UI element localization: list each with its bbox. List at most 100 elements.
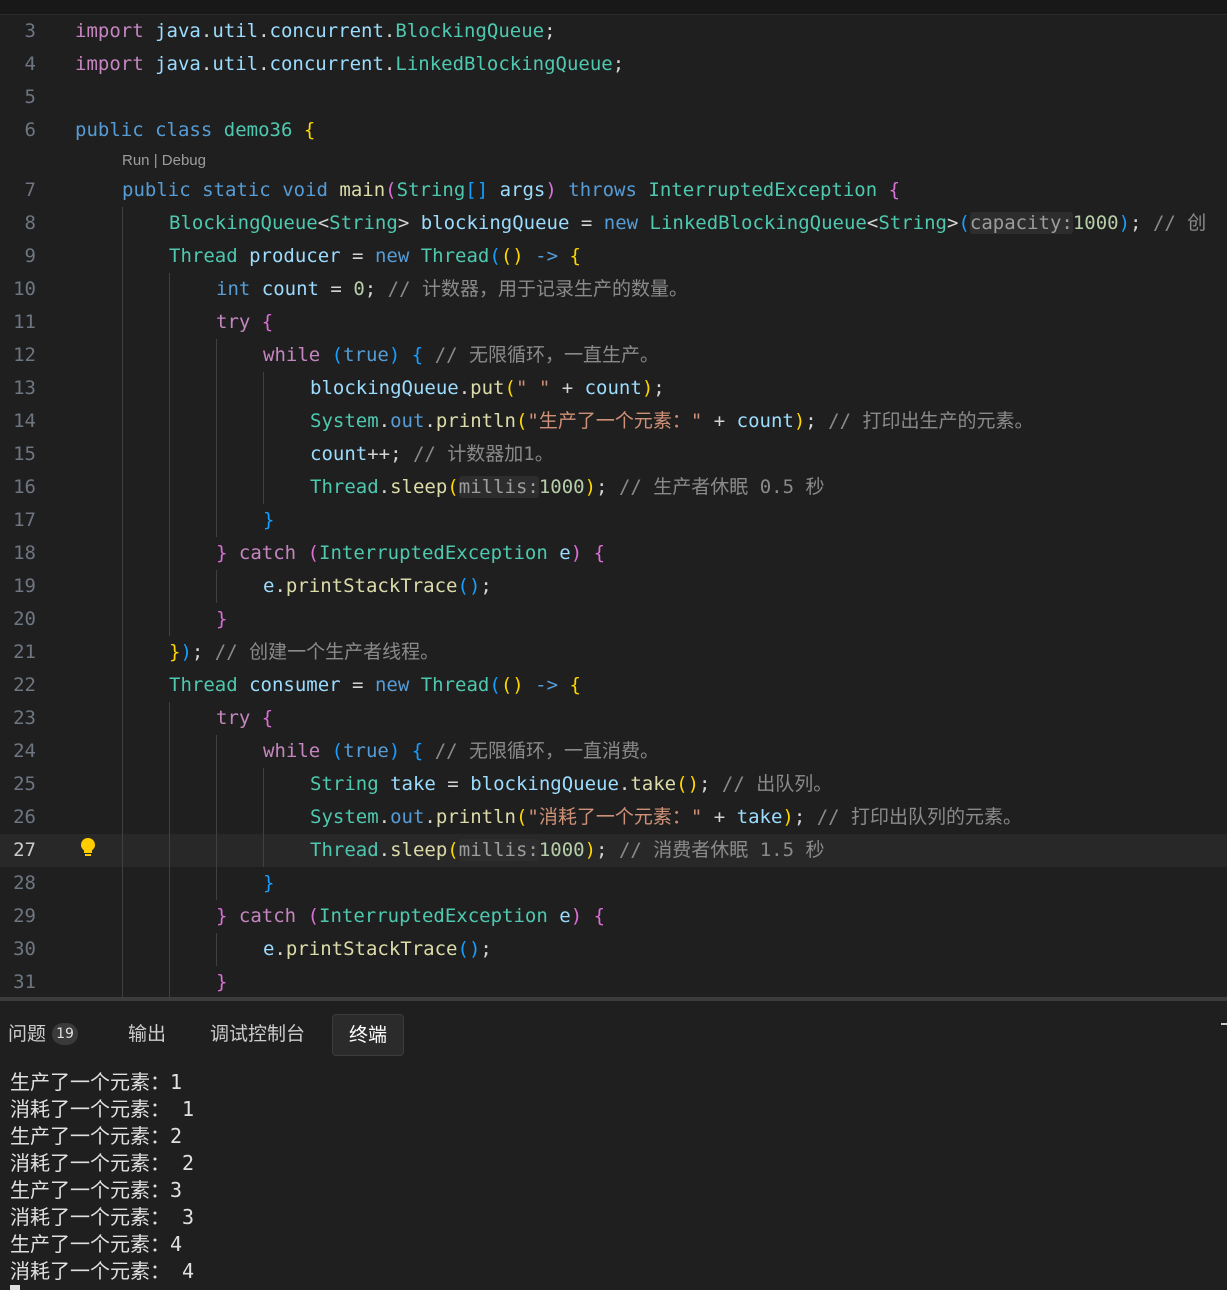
code-line[interactable]: 28} [0,867,1227,900]
code-token: " " [515,377,551,399]
indent-guide [122,339,123,372]
code-token: . [618,773,631,795]
code-line[interactable]: 18} catch (InterruptedException e) { [0,537,1227,570]
code-editor[interactable]: 3 import java.util.concurrent.BlockingQue… [0,15,1227,997]
code-line[interactable]: 21}); // 创建一个生产者线程。 [0,636,1227,669]
code-line[interactable]: 17} [0,504,1227,537]
indent-guide [169,273,170,306]
code-line[interactable]: 24 while (true) { // 无限循环，一直消费。 [0,735,1227,768]
code-token: ( [447,839,459,861]
code-token: ( [489,674,501,696]
code-line[interactable]: 27 Thread.sleep(millis:1000); // 消费者休眠 1.… [0,834,1227,867]
code-token: { [593,905,606,927]
code-token: count [584,377,642,399]
code-line[interactable]: 11 try { [0,306,1227,339]
problems-count-badge: 19 [52,1023,79,1045]
code-line[interactable]: 8 BlockingQueue<String> blockingQueue = n… [0,207,1227,240]
code-token: . [383,20,396,42]
code-line[interactable]: 5 [0,81,1227,114]
tab-output[interactable]: 输出 [112,1014,182,1054]
tab-terminal[interactable]: 终端 [332,1014,405,1056]
code-line[interactable]: 6 public class demo36 { [0,114,1227,147]
code-token: ) [570,905,583,927]
tab-debug-console[interactable]: 调试控制台 [194,1014,321,1054]
code-token: e [559,542,571,564]
code-token: ( [515,806,528,828]
code-token: () [500,674,524,696]
code-line[interactable]: 16 Thread.sleep(millis:1000); // 生产者休眠 0.… [0,471,1227,504]
code-line[interactable]: 7 public static void main(String[] args) … [0,174,1227,207]
code-token: // 消费者休眠 1.5 秒 [618,839,825,861]
code-line[interactable]: 3 import java.util.concurrent.BlockingQue… [0,15,1227,48]
code-token: ( [489,245,501,267]
code-token: while [263,344,321,366]
code-token: { [411,740,424,762]
code-token: e [263,575,275,597]
code-token: // 创建一个生产者线程。 [214,641,440,663]
indent-guide [263,768,264,801]
code-text: e.printStackTrace(); [263,570,492,603]
plus-icon[interactable] [1221,1023,1227,1025]
code-token: // 打印出队列的元素。 [816,806,1023,828]
indent-guide [122,537,123,570]
code-line[interactable]: 13 blockingQueue.put(" " + count); [0,372,1227,405]
code-text: while (true) { // 无限循环，一直生产。 [263,339,659,372]
indent-guide [122,273,123,306]
code-line[interactable]: 19 e.printStackTrace(); [0,570,1227,603]
line-number: 29 [13,905,36,927]
code-line[interactable]: 22 Thread consumer = new Thread(() -> { [0,669,1227,702]
code-token: () [457,575,481,597]
indent-guide [263,438,264,471]
code-token: . [378,806,391,828]
code-line[interactable]: 9 Thread producer = new Thread(() -> { [0,240,1227,273]
code-line[interactable]: 20} [0,603,1227,636]
indent-guide [122,768,123,801]
code-token: concurrent [269,53,384,75]
code-token: = [340,674,375,696]
code-token: ) [545,179,557,201]
code-line[interactable]: 29} catch (InterruptedException e) { [0,900,1227,933]
code-line[interactable]: 4 import java.util.concurrent.LinkedBlock… [0,48,1227,81]
code-text: import java.util.concurrent.BlockingQueu… [75,15,556,48]
code-token: () [676,773,700,795]
code-token: ( [331,344,344,366]
code-line[interactable]: 31} [0,966,1227,997]
code-token: out [390,410,425,432]
terminal-output[interactable]: 生产了一个元素：1 消耗了一个元素： 1 生产了一个元素：2 消耗了一个元素： 2 生产… [10,1069,194,1285]
code-line[interactable]: 25 String take = blockingQueue.take(); //… [0,768,1227,801]
tab-debug-console-label: 调试控制台 [210,1023,306,1045]
code-line[interactable]: 15 count++; // 计数器加1。 [0,438,1227,471]
indent-guide [169,702,170,735]
code-token: import [75,20,144,42]
code-token: producer [249,245,341,267]
code-line[interactable]: 14 System.out.println("生产了一个元素：" + count)… [0,405,1227,438]
code-token: System [310,410,379,432]
code-line[interactable]: 12 while (true) { // 无限循环，一直生产。 [0,339,1227,372]
code-token: // 计数器，用于记录生产的数量。 [387,278,688,300]
line-number: 23 [13,707,36,729]
indent-guide [169,471,170,504]
terminal-line: 消耗了一个元素： 1 [10,1097,195,1121]
indent-guide [216,933,217,966]
codelens: Run | Debug [0,147,1227,174]
code-line[interactable]: 23 try { [0,702,1227,735]
code-token: // 无限循环，一直生产。 [434,344,660,366]
line-number: 25 [13,773,36,795]
code-token: take [630,773,677,795]
lightbulb-icon[interactable] [80,837,96,870]
codelens-run-link[interactable]: Run [122,152,150,169]
code-token: demo36 [223,119,293,141]
code-line[interactable]: 30 e.printStackTrace(); [0,933,1227,966]
codelens-debug-link[interactable]: Debug [162,152,206,169]
code-token: ) [793,410,806,432]
code-line[interactable]: 10 int count = 0; // 计数器，用于记录生产的数量。 [0,273,1227,306]
indent-guide [122,801,123,834]
tab-problems[interactable]: 问题 19 [0,1014,94,1054]
code-line[interactable]: 26 System.out.println("消耗了一个元素：" + take);… [0,801,1227,834]
code-text: try { [216,306,273,339]
